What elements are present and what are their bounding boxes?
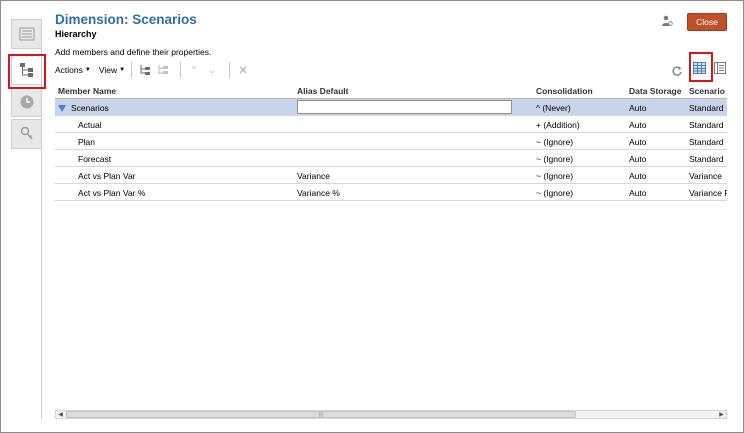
close-button[interactable]: Close	[687, 13, 727, 31]
alias-cell[interactable]: Variance %	[297, 188, 532, 198]
add-child-icon[interactable]	[138, 63, 152, 77]
view-menu-label: View	[98, 65, 118, 75]
dimension-editor-window: Dimension: Scenarios Hierarchy Add membe…	[0, 0, 744, 433]
move-up-icon[interactable]: ⌃	[187, 63, 201, 77]
member-name[interactable]: Plan	[58, 137, 293, 147]
grid-view-icon[interactable]	[693, 62, 706, 74]
scrollbar-thumb[interactable]: |||	[66, 411, 576, 418]
grid-header: Member Name Alias Default Consolidation …	[55, 83, 727, 99]
actions-menu-label: Actions	[55, 65, 83, 75]
table-row[interactable]: Scenarios ^ (Never) Auto Standard	[55, 99, 727, 116]
member-name[interactable]: Act vs Plan Var	[58, 171, 293, 181]
table-row[interactable]: Act vs Plan Var % Variance % ~ (Ignore) …	[55, 184, 727, 201]
member-name[interactable]: Forecast	[58, 154, 293, 164]
member-name[interactable]: Act vs Plan Var %	[58, 188, 293, 198]
user-settings-icon[interactable]	[661, 15, 673, 27]
alias-edit-field[interactable]	[297, 100, 512, 114]
chevron-down-icon: ▼	[119, 67, 126, 73]
table-row[interactable]: Actual + (Addition) Auto Standard	[55, 116, 727, 133]
member-name: Scenarios	[71, 103, 109, 113]
column-header[interactable]: Data Storage	[629, 86, 687, 96]
member-cell[interactable]: Scenarios	[58, 103, 293, 113]
column-header[interactable]: Scenario	[689, 86, 727, 96]
data-storage-cell[interactable]: Auto	[629, 120, 687, 130]
consolidation-cell[interactable]: + (Addition)	[536, 120, 626, 130]
highlight-hierarchy-tab	[8, 54, 46, 89]
consolidation-cell[interactable]: ^ (Never)	[536, 103, 626, 113]
tab-history[interactable]	[11, 87, 42, 117]
delete-icon[interactable]: ✕	[236, 63, 250, 77]
toolbar-divider	[131, 62, 133, 78]
tab-security[interactable]	[11, 119, 42, 149]
scenario-cell[interactable]: Standard	[689, 154, 727, 164]
tab-member-list[interactable]	[11, 19, 42, 49]
instructions-text: Add members and define their properties.	[55, 47, 212, 57]
chevron-down-icon: ▼	[84, 67, 91, 73]
column-header[interactable]: Alias Default	[297, 86, 532, 96]
horizontal-scrollbar[interactable]: ◀ ||| ▶	[55, 410, 727, 419]
scenario-cell[interactable]: Standard	[689, 137, 727, 147]
expand-triangle-icon[interactable]	[58, 105, 66, 112]
data-storage-cell[interactable]: Auto	[629, 154, 687, 164]
toolbar-divider	[229, 62, 231, 78]
scenario-cell[interactable]: Standard	[689, 120, 727, 130]
page-title: Dimension: Scenarios	[55, 12, 197, 27]
data-storage-cell[interactable]: Auto	[629, 103, 687, 113]
table-row[interactable]: Act vs Plan Var Variance ~ (Ignore) Auto…	[55, 167, 727, 184]
consolidation-cell[interactable]: ~ (Ignore)	[536, 171, 626, 181]
table-row[interactable]: Forecast ~ (Ignore) Auto Standard	[55, 150, 727, 167]
scenario-cell[interactable]: Variance	[689, 171, 727, 181]
property-view-icon[interactable]	[714, 62, 726, 74]
member-name[interactable]: Actual	[58, 120, 293, 130]
data-storage-cell[interactable]: Auto	[629, 188, 687, 198]
view-menu[interactable]: View ▼	[99, 65, 125, 75]
scenario-cell[interactable]: Standard	[689, 103, 727, 113]
table-row[interactable]: Plan ~ (Ignore) Auto Standard	[55, 133, 727, 150]
scroll-left-arrow-icon[interactable]: ◀	[56, 411, 65, 418]
refresh-icon[interactable]	[671, 65, 683, 77]
data-storage-cell[interactable]: Auto	[629, 171, 687, 181]
scroll-right-arrow-icon[interactable]: ▶	[717, 411, 726, 418]
consolidation-cell[interactable]: ~ (Ignore)	[536, 154, 626, 164]
list-icon	[19, 27, 34, 41]
column-header[interactable]: Member Name	[58, 86, 293, 96]
column-header[interactable]: Consolidation	[536, 86, 626, 96]
consolidation-cell[interactable]: ~ (Ignore)	[536, 137, 626, 147]
add-sibling-icon[interactable]	[156, 63, 170, 77]
actions-menu[interactable]: Actions ▼	[55, 65, 91, 75]
alias-cell[interactable]: Variance	[297, 171, 532, 181]
page-subtitle: Hierarchy	[55, 29, 97, 39]
scenario-cell[interactable]: Variance P	[689, 188, 727, 198]
toolbar-divider	[180, 62, 182, 78]
clock-icon	[20, 95, 33, 109]
toolbar: Actions ▼ View ▼ ⌃ ⌄ ✕	[55, 61, 254, 79]
key-icon	[20, 126, 33, 140]
move-down-icon[interactable]: ⌄	[205, 63, 219, 77]
consolidation-cell[interactable]: ~ (Ignore)	[536, 188, 626, 198]
data-storage-cell[interactable]: Auto	[629, 137, 687, 147]
member-grid: Member Name Alias Default Consolidation …	[55, 83, 727, 201]
